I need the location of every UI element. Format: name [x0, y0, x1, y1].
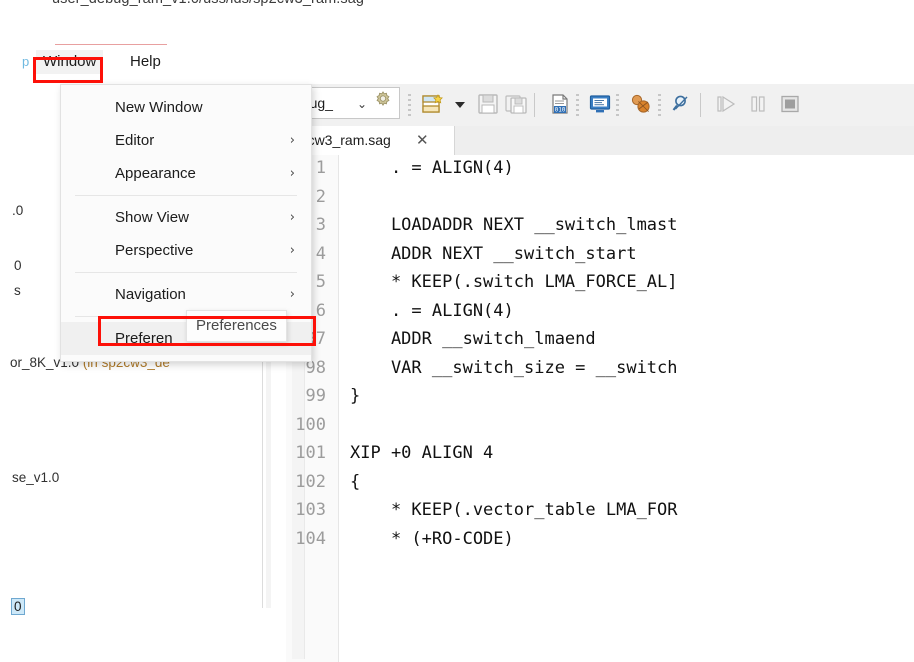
new-dropdown-arrow-icon[interactable] — [448, 92, 472, 116]
left-pane-divider-shade — [266, 340, 271, 608]
save-all-icon[interactable] — [504, 92, 528, 116]
line-text: XIP +0 ALIGN 4 — [350, 443, 493, 463]
toolbar-separator-1 — [534, 93, 535, 117]
binary-file-icon[interactable]: 010 — [548, 92, 572, 116]
tree-fragment-version-b: 0 — [14, 258, 22, 273]
code-line[interactable]: 3 LOADADDR NEXT __switch_lmast — [286, 212, 914, 241]
line-number: 101 — [286, 443, 326, 463]
breadcrumb-path-bar: user_debug_ram_v1.0/uss/lds/sp2cw3_ram.s… — [0, 0, 914, 46]
menu-separator — [75, 195, 297, 196]
submenu-arrow-icon: › — [290, 157, 295, 190]
menu-item-label: Editor — [115, 132, 154, 149]
toolbar-separator-dots-1 — [408, 94, 411, 116]
search-icon[interactable] — [670, 92, 694, 116]
submenu-arrow-icon: › — [290, 201, 295, 234]
menu-item-label: Show View — [115, 209, 189, 226]
code-line[interactable]: 102 { — [286, 469, 914, 498]
toolbar-separator-2 — [700, 93, 701, 117]
code-line[interactable]: 104 * (+RO-CODE) — [286, 526, 914, 555]
suspend-icon[interactable] — [746, 92, 770, 116]
screenshot-root: user_debug_ram_v1.0/uss/lds/sp2cw3_ram.s… — [0, 0, 914, 662]
line-text: * (+RO-CODE) — [350, 529, 514, 549]
code-line[interactable]: 103 * KEEP(.vector_table LMA_FOR — [286, 497, 914, 526]
line-number: 104 — [286, 529, 326, 549]
menu-item-label: New Window — [115, 99, 203, 116]
code-line[interactable]: 100 — [286, 412, 914, 441]
line-text: { — [350, 472, 360, 492]
code-line[interactable]: 2 — [286, 184, 914, 213]
code-editor[interactable]: 1 . = ALIGN(4)23 LOADADDR NEXT __switch_… — [286, 155, 914, 662]
submenu-arrow-icon: › — [290, 278, 295, 311]
menu-item-appearance[interactable]: Appearance › — [61, 157, 311, 190]
chevron-down-icon: ⌄ — [357, 97, 367, 111]
line-number: 102 — [286, 472, 326, 492]
save-icon[interactable] — [476, 92, 500, 116]
line-number: 99 — [286, 386, 326, 406]
tree-fragment-se-version: se_v1.0 — [12, 470, 59, 485]
build-icon[interactable] — [628, 92, 652, 116]
console-icon[interactable] — [588, 92, 612, 116]
menu-item-navigation[interactable]: Navigation › — [61, 278, 311, 311]
menu-item-show-view[interactable]: Show View › — [61, 201, 311, 234]
submenu-arrow-icon: › — [290, 234, 295, 267]
line-number: 103 — [286, 500, 326, 520]
menu-item-label: Navigation — [115, 286, 186, 303]
editor-tab-bar: p2cw3_ram.sag ✕ — [286, 126, 914, 156]
code-line[interactable]: 5 * KEEP(.switch LMA_FORCE_AL] — [286, 269, 914, 298]
line-text: ADDR NEXT __switch_start — [350, 244, 637, 264]
menu-window[interactable]: Window — [36, 50, 103, 74]
line-number: 100 — [286, 415, 326, 435]
menu-help[interactable]: Help — [123, 50, 168, 74]
code-line[interactable]: 6 . = ALIGN(4) — [286, 298, 914, 327]
line-text: * KEEP(.switch LMA_FORCE_AL] — [350, 272, 678, 292]
code-line[interactable]: 97 ADDR __switch_lmaend — [286, 326, 914, 355]
preferences-tooltip: Preferences — [186, 310, 287, 342]
editor-region: ebug_ ⌄ — [286, 84, 914, 662]
new-file-icon[interactable] — [420, 92, 444, 116]
line-text: VAR __switch_size = __switch — [350, 358, 678, 378]
toolbar: ebug_ ⌄ — [286, 84, 914, 127]
line-text: . = ALIGN(4) — [350, 301, 514, 321]
code-line[interactable]: 99} — [286, 383, 914, 412]
line-text: LOADADDR NEXT __switch_lmast — [350, 215, 678, 235]
menu-bar: p Window Help — [0, 46, 300, 80]
tree-fragment-selected-zero: 0 — [11, 598, 25, 615]
path-underline — [55, 44, 167, 45]
line-text: * KEEP(.vector_table LMA_FOR — [350, 500, 678, 520]
menu-item-label: Preferen — [115, 330, 173, 347]
resume-icon[interactable] — [714, 92, 738, 116]
code-line[interactable]: 98 VAR __switch_size = __switch — [286, 355, 914, 384]
terminate-icon[interactable] — [778, 92, 802, 116]
line-text: ADDR __switch_lmaend — [350, 329, 596, 349]
code-line[interactable]: 1 . = ALIGN(4) — [286, 155, 914, 184]
code-line[interactable]: 101 XIP +0 ALIGN 4 — [286, 440, 914, 469]
tree-fragment-version-a: .0 — [12, 203, 23, 218]
menubar-left-fragment: p — [22, 54, 29, 69]
menu-item-label: Perspective — [115, 242, 193, 259]
toolbar-separator-dots-2 — [576, 94, 579, 116]
toolbar-separator-dots-3 — [616, 94, 619, 116]
menu-item-label: Appearance — [115, 165, 196, 182]
svg-text:010: 010 — [555, 107, 566, 114]
left-pane-divider — [262, 340, 263, 608]
code-line[interactable]: 4 ADDR NEXT __switch_start — [286, 241, 914, 270]
menu-item-perspective[interactable]: Perspective › — [61, 234, 311, 267]
submenu-arrow-icon: › — [290, 124, 295, 157]
menu-item-editor[interactable]: Editor › — [61, 124, 311, 157]
line-text: } — [350, 386, 360, 406]
close-icon[interactable]: ✕ — [416, 131, 429, 149]
toolbar-separator-dots-4 — [658, 94, 661, 116]
menu-separator — [75, 272, 297, 273]
tree-fragment-letter-s: s — [14, 283, 21, 298]
menu-item-new-window[interactable]: New Window — [61, 91, 311, 124]
code-lines: 1 . = ALIGN(4)23 LOADADDR NEXT __switch_… — [286, 155, 914, 554]
breadcrumb-path-text: user_debug_ram_v1.0/uss/lds/sp2cw3_ram.s… — [52, 0, 364, 7]
line-text: . = ALIGN(4) — [350, 158, 514, 178]
gear-icon[interactable] — [372, 89, 394, 111]
